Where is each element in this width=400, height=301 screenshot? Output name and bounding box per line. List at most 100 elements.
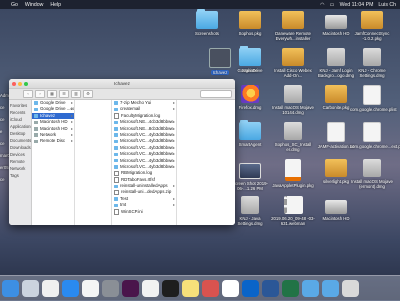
sidebar-item[interactable]: Documents [9, 137, 31, 144]
folder-icon [114, 127, 118, 131]
desktop-icon[interactable]: com.google.chrome.plist [350, 85, 397, 112]
desktop-icon[interactable]: JamfConnectSync -1.0.2.pkg [350, 11, 394, 41]
sidebar-item[interactable]: Downloads [9, 144, 31, 151]
outlook-app-icon[interactable] [242, 280, 259, 297]
notes-app-icon[interactable] [182, 280, 199, 297]
desktop-icon[interactable]: Install macOS Mojave (ermont).dmg [350, 159, 394, 189]
folder-icon [114, 101, 118, 105]
finder-preview-pane [177, 100, 235, 225]
hard-drive-icon [325, 200, 347, 214]
desktop-icon[interactable]: Sophos_SC_Install er.dmg [271, 122, 315, 152]
search-input[interactable] [200, 90, 232, 98]
desktop-icon-label: Macintosh HD [322, 216, 350, 221]
external-drive-icon [209, 48, 231, 68]
user-name[interactable]: Luis Ch [378, 2, 396, 8]
finder-app-icon[interactable] [2, 280, 19, 297]
folder-icon [114, 107, 118, 112]
archive-icon [283, 196, 303, 214]
photos-app-icon[interactable] [82, 280, 99, 297]
finder-column-2 [75, 100, 112, 225]
documents-folder-icon[interactable] [322, 280, 339, 297]
downloads-folder-icon[interactable] [302, 280, 319, 297]
folder-icon [114, 158, 118, 163]
finder-titlebar[interactable]: Ichavez [9, 79, 235, 89]
finder-column-3: 7-zip Mecho Yui ▸ createmail ▸ FacultyMigrat… [112, 100, 177, 225]
finder-body: Favorites Recents iCloud Applications Deskto… [9, 100, 235, 225]
excel-app-icon[interactable] [282, 280, 299, 297]
wifi-icon[interactable]: ◠ [320, 2, 325, 8]
folder-icon [239, 46, 261, 66]
menu-help[interactable]: Help [50, 2, 61, 8]
sidebar-item[interactable]: Desktop [9, 130, 31, 137]
sidebar-item[interactable]: Network [9, 165, 31, 172]
folder-icon [114, 120, 118, 125]
system-preferences-app-icon[interactable] [102, 280, 119, 297]
firefox-icon [241, 85, 259, 103]
launchpad-app-icon[interactable] [22, 280, 39, 297]
action-gear-button[interactable]: ⚙ [83, 90, 93, 98]
folder-icon [114, 152, 118, 157]
document-icon [114, 209, 119, 215]
document-icon [327, 122, 345, 142]
desktop-icon-label: 2019.06.20_09-48 -03-631.webman [271, 216, 315, 226]
folder-icon [114, 197, 118, 201]
menu-bar: Go Window Help ◠ ▭ Wed 11:04 PM Luis Ch [0, 0, 400, 9]
desktop-icon[interactable]: JavaAppletPlugin.pkg [271, 159, 315, 188]
desktop-icon[interactable]: Sophos.pkg [228, 11, 272, 36]
finder-window: Ichavez ‹ › ▦ ☰ ▥ ⚙ Favorites Recents iClo… [9, 79, 235, 225]
file-row[interactable]: WinSCP.ini [112, 209, 176, 215]
folder-icon [114, 203, 118, 208]
folder-icon [196, 9, 218, 29]
disk-image-icon [363, 159, 381, 177]
terminal-app-icon[interactable] [162, 280, 179, 297]
chevron-right-icon: ▸ [70, 138, 73, 144]
trash-icon[interactable] [342, 280, 359, 297]
sidebar-item[interactable]: iCloud [9, 116, 31, 123]
discovery-app-icon[interactable] [142, 280, 159, 297]
view-columns-button[interactable]: ▥ [71, 90, 81, 98]
sidebar-item[interactable]: Tags [9, 172, 31, 179]
desktop-icon-label: Sophos.pkg [238, 31, 262, 36]
chrome-app-icon[interactable] [222, 280, 239, 297]
menu-go[interactable]: Go [11, 2, 18, 8]
desktop-icon[interactable]: 2019.06.20_09-48 -03-631.webman [271, 196, 315, 226]
disk-image-icon [241, 196, 259, 214]
desktop-icon-volume-selected[interactable]: Ichavez [198, 48, 242, 75]
sidebar-item[interactable]: Applications [9, 123, 31, 130]
disk-image-icon [327, 48, 345, 66]
desktop-icon[interactable]: Install macOS Mojave 10144.dmg [271, 85, 315, 115]
folder-icon [34, 114, 38, 118]
sidebar-item[interactable]: Favorites [9, 102, 31, 109]
music-app-icon[interactable] [42, 280, 59, 297]
sidebar-item[interactable]: Remote [9, 158, 31, 165]
package-icon [282, 48, 304, 66]
sidebar-item[interactable]: Devices [9, 151, 31, 158]
folder-icon [34, 107, 38, 112]
folder-icon [114, 146, 118, 150]
desktop-icon-label: Ichavez [210, 70, 230, 75]
drive-icon [34, 139, 38, 144]
file-row[interactable]: Remote Disc ▸ [32, 138, 74, 144]
desktop-icon[interactable]: Macintosh HD [314, 196, 358, 221]
back-button[interactable]: ‹ [23, 90, 33, 98]
disk-image-icon [284, 85, 302, 103]
desktop-icon[interactable]: Daneware Remote Everywh...installer [271, 11, 315, 41]
photo-booth-app-icon[interactable] [202, 280, 219, 297]
folder-icon [114, 184, 118, 189]
view-list-button[interactable]: ☰ [59, 90, 69, 98]
slack-app-icon[interactable] [122, 280, 139, 297]
package-icon [239, 11, 261, 29]
desktop-icon[interactable]: KNJ - Chrome Settings.dmg [350, 48, 394, 78]
menu-window[interactable]: Window [25, 2, 43, 8]
desktop-icon[interactable]: Install Cisco Webex Add-On... [271, 48, 315, 78]
forward-button[interactable]: › [35, 90, 45, 98]
app-store-app-icon[interactable] [62, 280, 79, 297]
folder-icon [34, 101, 38, 105]
word-app-icon[interactable] [262, 280, 279, 297]
sidebar-item[interactable]: Recents [9, 109, 31, 116]
clock[interactable]: Wed 11:04 PM [340, 2, 374, 8]
desktop-icon[interactable]: com.google.chrome...ext.plist [350, 122, 400, 149]
battery-icon[interactable]: ▭ [330, 2, 335, 8]
desktop-icon[interactable]: Screenshots [185, 9, 229, 36]
view-icons-button[interactable]: ▦ [47, 90, 57, 98]
